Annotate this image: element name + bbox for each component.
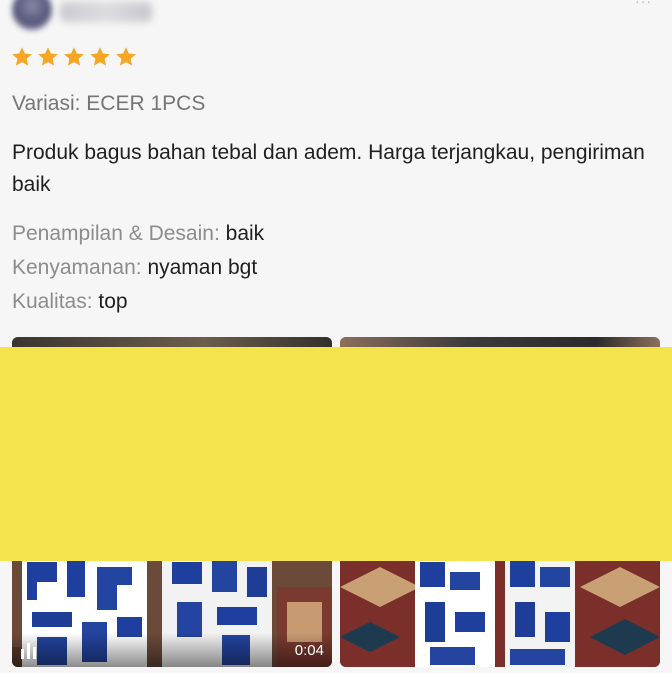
star-icon xyxy=(114,45,138,69)
video-overlay: 0:04 xyxy=(12,633,332,667)
attribute-label: Kualitas: xyxy=(12,290,93,313)
video-duration: 0:04 xyxy=(294,642,324,659)
attribute-value: baik xyxy=(225,222,265,245)
star-icon xyxy=(36,45,60,69)
star-icon xyxy=(10,45,34,69)
star-icon xyxy=(88,45,112,69)
star-icon xyxy=(62,45,86,69)
variant-label: Variasi: ECER 1PCS xyxy=(12,92,206,115)
attribute-label: Penampilan & Desain: xyxy=(12,222,220,245)
avatar[interactable] xyxy=(12,0,52,30)
attribute-comfort: Kenyamanan: nyaman bgt xyxy=(12,256,257,280)
review-comment: Produk bagus bahan tebal dan adem. Harga… xyxy=(12,141,645,196)
redaction-overlay xyxy=(0,347,672,561)
video-icon xyxy=(21,643,36,659)
more-icon[interactable]: ··· xyxy=(624,0,652,8)
star-rating xyxy=(10,45,138,71)
fabric-pattern-image xyxy=(340,557,660,667)
reviewer-row: ··· xyxy=(12,0,652,36)
reviewer-name-blurred xyxy=(60,2,152,22)
attribute-label: Kenyamanan: xyxy=(12,256,142,279)
attribute-value: nyaman bgt xyxy=(147,256,258,279)
attribute-value: top xyxy=(98,290,128,313)
attribute-quality: Kualitas: top xyxy=(12,290,128,314)
attribute-design: Penampilan & Desain: baik xyxy=(12,222,264,246)
